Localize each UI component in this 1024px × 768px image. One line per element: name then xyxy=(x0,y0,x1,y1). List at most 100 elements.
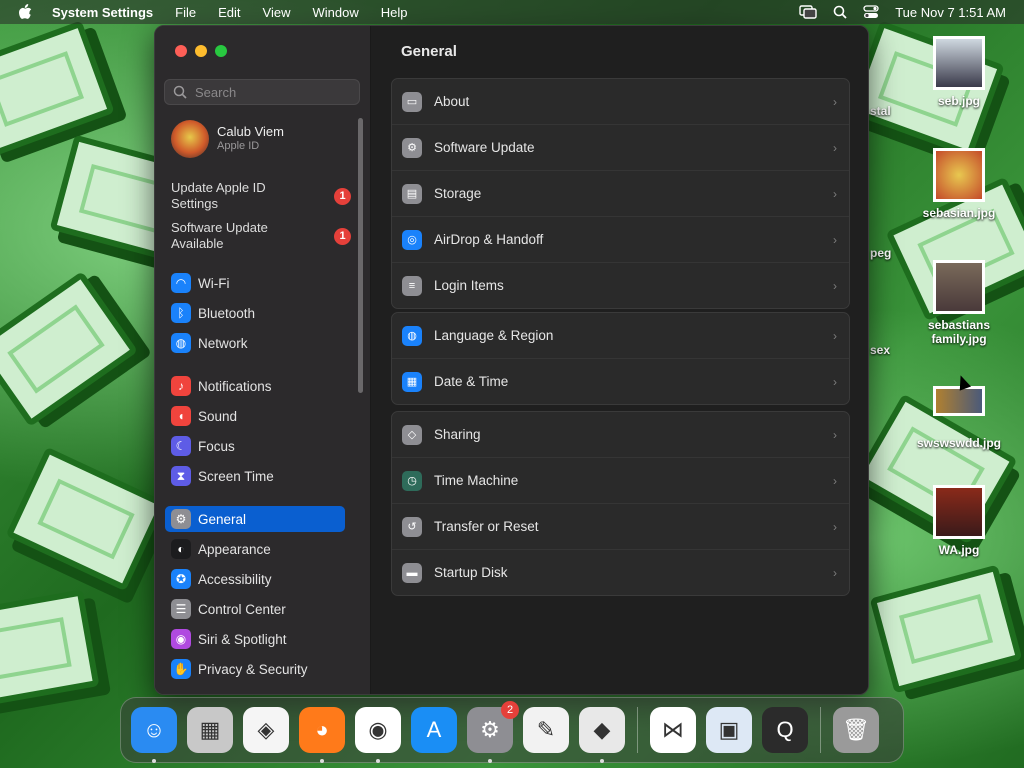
visual-studio-icon[interactable]: ⋈ xyxy=(650,707,696,753)
screen-mirroring-icon[interactable] xyxy=(799,5,817,19)
sidebar-item-screen-time[interactable]: ⧗ Screen Time xyxy=(165,463,345,489)
chrome-icon[interactable]: ◉ xyxy=(355,707,401,763)
row-language-region[interactable]: ◍ Language & Region › xyxy=(392,313,849,359)
settings-group: ◇ Sharing › ◷ Time Machine › ↺ Transfer or Rese… xyxy=(391,411,850,596)
alert-software-update[interactable]: Software Update Available 1 xyxy=(171,220,351,252)
minimize-button[interactable] xyxy=(195,45,207,57)
row-software-update[interactable]: ⚙ Software Update › xyxy=(392,125,849,171)
preview-icon[interactable]: ▣ xyxy=(706,707,752,753)
control-center-icon[interactable] xyxy=(863,5,879,19)
sidebar-item-general[interactable]: ⚙ General xyxy=(165,506,345,532)
finder-icon[interactable]: ☺ xyxy=(131,707,177,763)
row-label: Date & Time xyxy=(434,374,509,389)
sidebar-item-siri-spotlight[interactable]: ◉ Siri & Spotlight xyxy=(165,626,345,652)
row-about[interactable]: ▭ About › xyxy=(392,79,849,125)
wifi-icon: ◠ xyxy=(171,273,191,293)
menu-window[interactable]: Window xyxy=(312,5,358,20)
chevron-right-icon: › xyxy=(833,186,837,201)
profile-subtitle: Apple ID xyxy=(217,140,260,152)
spotlight-icon[interactable] xyxy=(833,5,847,19)
sidebar-item-sound[interactable]: ◖ Sound xyxy=(165,403,345,429)
desktop-file[interactable]: sebasian.jpg xyxy=(914,148,1004,220)
row-sharing[interactable]: ◇ Sharing › xyxy=(392,412,849,458)
row-date-time[interactable]: ▦ Date & Time › xyxy=(392,359,849,404)
menu-edit[interactable]: Edit xyxy=(218,5,240,20)
menu-view[interactable]: View xyxy=(263,5,291,20)
sharing-icon: ◇ xyxy=(402,424,422,445)
row-startup-disk[interactable]: ▬ Startup Disk › xyxy=(392,550,849,595)
chevron-right-icon: › xyxy=(833,328,837,343)
sidebar-item-focus[interactable]: ☾ Focus xyxy=(165,433,345,459)
partial-desktop-label: peg xyxy=(870,246,892,260)
close-button[interactable] xyxy=(175,45,187,57)
dock-separator xyxy=(820,707,821,753)
sidebar-scrollbar[interactable] xyxy=(358,118,363,393)
menubar-clock[interactable]: Tue Nov 7 1:51 AM xyxy=(895,5,1006,20)
chevron-right-icon: › xyxy=(833,232,837,247)
quicktime-icon[interactable]: Q xyxy=(762,707,808,753)
menu-file[interactable]: File xyxy=(175,5,196,20)
sidebar-item-label: General xyxy=(198,511,247,527)
calendar-icon: ▦ xyxy=(402,371,422,392)
search-icon xyxy=(173,85,187,99)
sidebar-item-bluetooth[interactable]: ᛒ Bluetooth xyxy=(165,300,345,326)
desktop-file[interactable]: WA.jpg xyxy=(914,485,1004,557)
launchpad-icon[interactable]: ▦ xyxy=(187,707,233,753)
desktop-file[interactable]: sebastians family.jpg xyxy=(914,260,1004,346)
profile-name: Calub Viem xyxy=(217,124,284,139)
sidebar-item-control-center[interactable]: ☰ Control Center xyxy=(165,596,345,622)
system-settings-window: Calub Viem Apple ID Update Apple ID Sett… xyxy=(154,25,869,695)
sidebar-item-wi-fi[interactable]: ◠ Wi-Fi xyxy=(165,270,345,296)
row-transfer-or-reset[interactable]: ↺ Transfer or Reset › xyxy=(392,504,849,550)
airdrop-icon: ◎ xyxy=(402,229,422,250)
desktop-file[interactable]: seb.jpg xyxy=(914,36,1004,108)
row-label: Sharing xyxy=(434,427,481,442)
menu-bar: System Settings File Edit View Window He… xyxy=(0,0,1024,24)
apple-icon[interactable] xyxy=(18,4,32,20)
row-airdrop-handoff[interactable]: ◎ AirDrop & Handoff › xyxy=(392,217,849,263)
roblox-icon[interactable]: ◆ xyxy=(579,707,625,763)
sidebar-item-label: Sound xyxy=(198,408,238,424)
desktop-file-label: WA.jpg xyxy=(938,543,980,557)
sidebar-item-appearance[interactable]: ◐ Appearance xyxy=(165,536,345,562)
chevron-right-icon: › xyxy=(833,565,837,580)
safari-icon[interactable]: ◈ xyxy=(243,707,289,753)
apple-id-profile[interactable]: Calub Viem Apple ID xyxy=(171,120,284,158)
notification-badge: 1 xyxy=(334,188,351,205)
sidebar-item-privacy-security[interactable]: ✋ Privacy & Security xyxy=(165,656,345,682)
app-store-icon[interactable]: A xyxy=(411,707,457,753)
row-label: Transfer or Reset xyxy=(434,519,539,534)
row-label: About xyxy=(434,94,470,109)
hourglass-icon: ⧗ xyxy=(171,466,191,486)
desktop-file-label: sebasian.jpg xyxy=(922,206,996,220)
sidebar-item-accessibility[interactable]: ✪ Accessibility xyxy=(165,566,345,592)
search-field[interactable] xyxy=(164,79,360,105)
sidebar-item-notifications[interactable]: ♪ Notifications xyxy=(165,373,345,399)
globe-icon: ◍ xyxy=(402,325,422,346)
system-settings-icon[interactable]: ⚙ 2 xyxy=(467,701,519,763)
settings-group: ▭ About › ⚙ Software Update › ▤ Storage › ◎ AirDro… xyxy=(391,78,850,309)
textedit-icon[interactable]: ✎ xyxy=(523,707,569,753)
content-pane: General ▭ About › ⚙ Software Update › ▤ Storage… xyxy=(371,26,868,694)
menu-app-name[interactable]: System Settings xyxy=(52,5,153,20)
sidebar-item-label: Wi-Fi xyxy=(198,275,230,291)
search-input[interactable] xyxy=(193,83,357,101)
row-time-machine[interactable]: ◷ Time Machine › xyxy=(392,458,849,504)
row-login-items[interactable]: ≡ Login Items › xyxy=(392,263,849,308)
row-storage[interactable]: ▤ Storage › xyxy=(392,171,849,217)
bluetooth-icon: ᛒ xyxy=(171,303,191,323)
sidebar-item-label: Siri & Spotlight xyxy=(198,631,287,647)
desktop-file[interactable]: swswswdd.jpg xyxy=(914,386,1004,450)
alert-update-apple-id[interactable]: Update Apple ID Settings 1 xyxy=(171,180,351,212)
firefox-icon[interactable]: ◕ xyxy=(299,707,345,763)
sidebar-item-label: Screen Time xyxy=(198,468,274,484)
row-label: Language & Region xyxy=(434,328,554,343)
trash-icon[interactable]: 🗑 xyxy=(833,707,879,753)
sidebar-item-label: Bluetooth xyxy=(198,305,256,321)
running-indicator xyxy=(320,759,324,763)
gear-icon: ⚙ xyxy=(171,509,191,529)
sidebar-item-network[interactable]: ◍ Network xyxy=(165,330,345,356)
sidebar: Calub Viem Apple ID Update Apple ID Sett… xyxy=(155,26,371,694)
menu-help[interactable]: Help xyxy=(381,5,408,20)
zoom-button[interactable] xyxy=(215,45,227,57)
